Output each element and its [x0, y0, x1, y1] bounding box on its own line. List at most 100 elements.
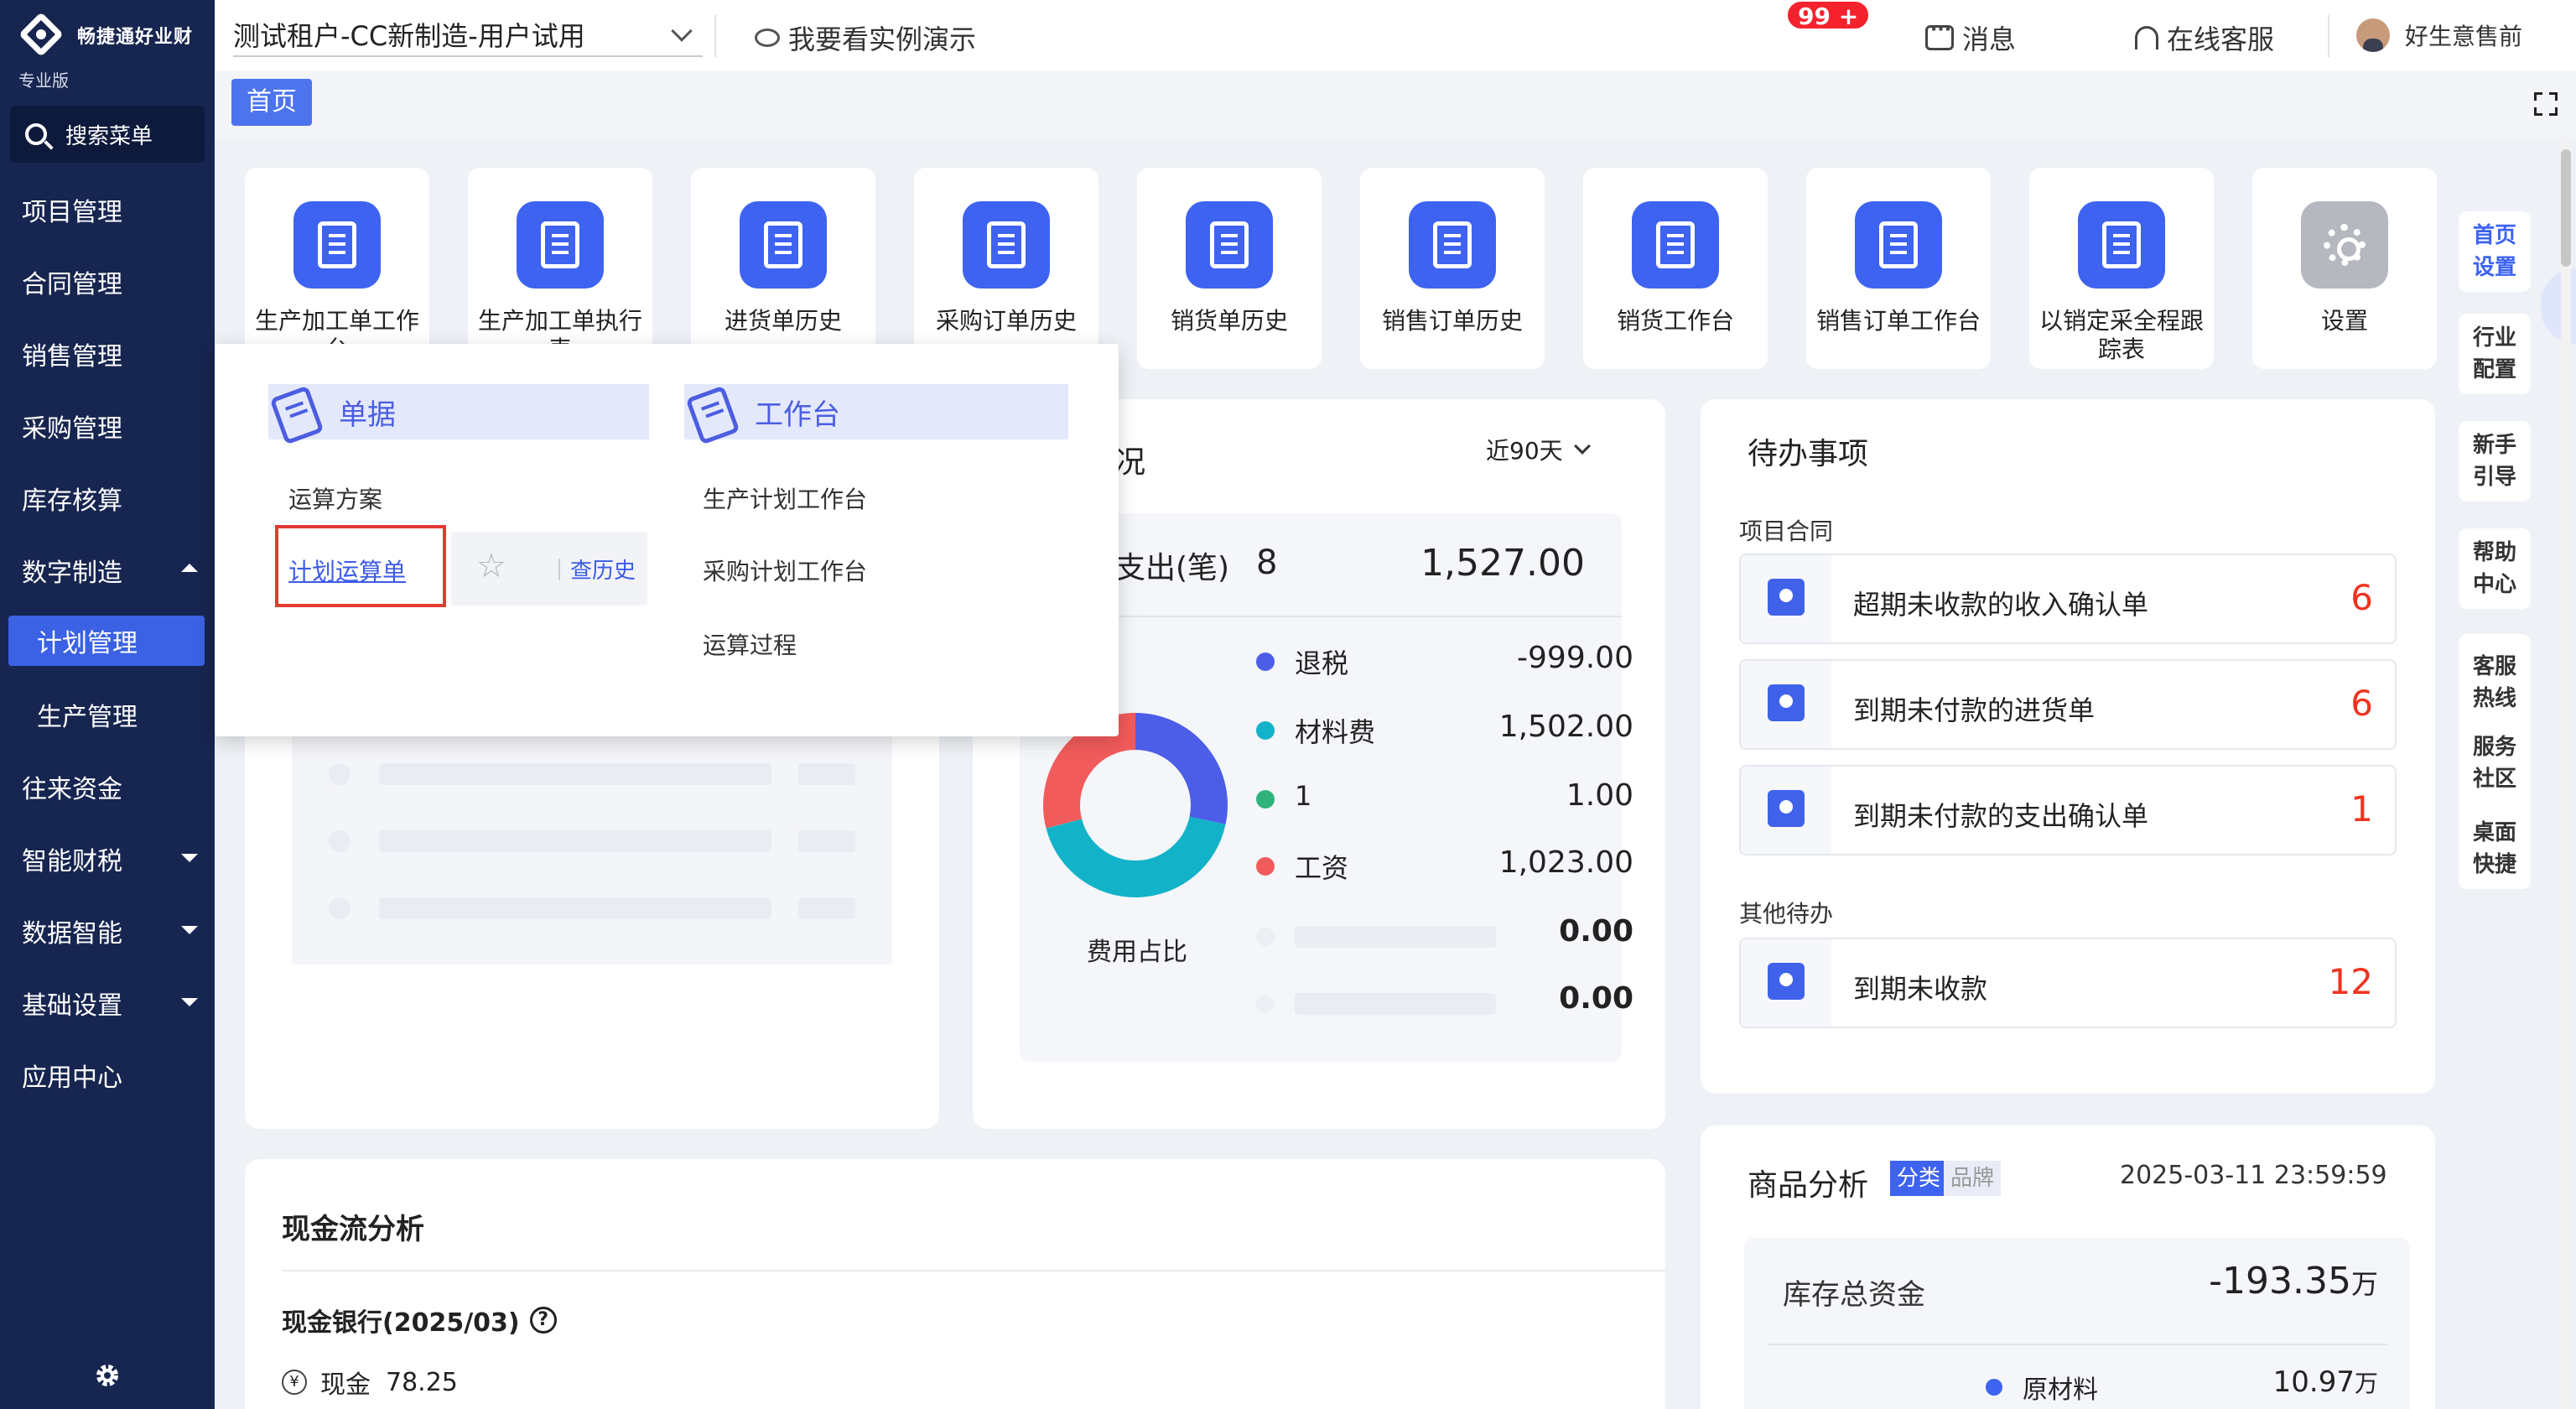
legend-dot	[1256, 928, 1275, 946]
skeleton-line	[798, 830, 855, 852]
nav-inventory[interactable]: 库存核算	[0, 473, 215, 523]
shortcut-purchase-order-history[interactable]: 采购订单历史	[914, 168, 1098, 369]
rail-desktop-shortcut[interactable]: 桌面快捷	[2459, 808, 2531, 889]
clipboard-icon	[268, 384, 319, 439]
shortcut-label: 销售订单工作台	[1815, 307, 1981, 335]
todo-label: 超期未收款的收入确认单	[1853, 589, 2149, 621]
logo: 畅捷通好业财	[18, 12, 193, 57]
shortcut-production-workbench[interactable]: 生产加工单工作台	[245, 168, 429, 369]
nav-app-center[interactable]: 应用中心	[0, 1050, 215, 1100]
document-clock-icon	[1409, 201, 1496, 289]
user-menu[interactable]: 好生意售前	[2356, 18, 2522, 52]
service-label: 在线客服	[2167, 23, 2275, 55]
rail-community[interactable]: 服务社区	[2471, 731, 2518, 795]
nav-label: 基础设置	[22, 991, 122, 1021]
document-clock-icon	[1855, 201, 1942, 289]
legend-value: 1,023.00	[1498, 845, 1633, 880]
todo-item[interactable]: 到期未收款 12	[1739, 938, 2397, 1028]
rail-home-settings[interactable]: 首页设置	[2459, 211, 2531, 292]
shortcut-purchase-receipt-history[interactable]: 进货单历史	[691, 168, 875, 369]
shortcut-sales-order-history[interactable]: 销售订单历史	[1360, 168, 1545, 369]
nav-basic-settings[interactable]: 基础设置	[0, 978, 215, 1028]
tab-bar: 首页	[215, 70, 2576, 138]
sidebar: 畅捷通好业财 专业版 搜索菜单 项目管理 合同管理 销售管理 采购管理 库存核算…	[0, 0, 215, 1409]
tab-category[interactable]: 分类	[1890, 1161, 1948, 1196]
skeleton-dot	[329, 830, 351, 852]
workbench-title: 工作台	[755, 398, 840, 432]
rail-label: 桌面快捷	[2472, 820, 2516, 877]
expense-donut-chart	[1043, 713, 1228, 897]
chevron-down-icon	[1573, 438, 1591, 455]
rail-help-center[interactable]: 帮助中心	[2459, 528, 2531, 609]
inventory-value-row: -193.35万	[2190, 1260, 2378, 1302]
rail-hotline[interactable]: 客服热线	[2471, 651, 2518, 715]
rail-newbie-guide[interactable]: 新手引导	[2459, 421, 2531, 502]
nav-label: 库存核算	[22, 486, 122, 516]
rail-label: 帮助中心	[2472, 540, 2516, 597]
online-service-button[interactable]: 在线客服	[2135, 18, 2274, 57]
raw-value-row: 10.97万	[2220, 1365, 2378, 1399]
todo-count: 1	[2350, 788, 2373, 829]
cashflow-subtitle-row: 现金银行(2025/03) ?	[282, 1302, 557, 1339]
nav-plan-management[interactable]: 计划管理	[8, 616, 205, 666]
shortcut-sales-delivery-history[interactable]: 销货单历史	[1137, 168, 1322, 369]
nav-purchase[interactable]: 采购管理	[0, 401, 215, 451]
shortcut-sales-workbench[interactable]: 销货工作台	[1583, 168, 1768, 369]
legend-dot	[1256, 857, 1275, 876]
headset-icon	[2135, 26, 2158, 49]
todo-label: 到期未付款的进货单	[1853, 694, 2096, 726]
nav-contract[interactable]: 合同管理	[0, 257, 215, 307]
shortcut-sales-to-purchase-tracking[interactable]: 以销定采全程跟踪表	[2029, 168, 2214, 369]
settings-gear-icon[interactable]	[94, 1362, 121, 1389]
nav-label: 数据智能	[22, 919, 122, 949]
nav-label: 智能财税	[22, 847, 122, 876]
menu-purchase-plan-workbench[interactable]: 采购计划工作台	[703, 554, 867, 587]
tab-brand[interactable]: 品牌	[1944, 1161, 2002, 1196]
workbench-header: 工作台	[684, 384, 1068, 439]
shortcut-production-execution[interactable]: 生产加工单执行表	[468, 168, 652, 369]
todo-item[interactable]: 超期未收款的收入确认单 6	[1739, 554, 2397, 644]
scrollbar-thumb[interactable]	[2561, 149, 2571, 267]
help-icon[interactable]: ?	[529, 1307, 557, 1334]
donut-label: 费用占比	[1087, 938, 1187, 967]
nav-production[interactable]: 生产管理	[0, 689, 215, 740]
edition-label: 专业版	[18, 70, 69, 91]
nav-project[interactable]: 项目管理	[0, 185, 215, 235]
nav-sales[interactable]: 销售管理	[0, 329, 215, 379]
document-track-icon	[2078, 201, 2165, 289]
shortcut-sales-order-workbench[interactable]: 销售订单工作台	[1806, 168, 1991, 369]
tab-home[interactable]: 首页	[231, 79, 312, 126]
nav-label: 计划管理	[37, 629, 138, 658]
messages-button[interactable]: 消息	[1925, 18, 2016, 57]
todo-item[interactable]: 到期未付款的支出确认单 1	[1739, 765, 2397, 855]
legend-name: 材料费	[1295, 716, 1376, 748]
scrollbar[interactable]	[2561, 139, 2571, 1409]
nav-data-intel[interactable]: 数据智能	[0, 906, 215, 956]
fullscreen-icon[interactable]	[2534, 92, 2558, 116]
rail-label: 行业配置	[2472, 325, 2516, 382]
menu-calc-process[interactable]: 运算过程	[703, 627, 797, 661]
rail-industry-config[interactable]: 行业配置	[2459, 314, 2531, 394]
menu-calc-scheme[interactable]: 运算方案	[288, 481, 382, 515]
clipboard-icon	[684, 384, 735, 439]
shortcut-settings[interactable]: 设置	[2252, 168, 2437, 369]
summary-count: 8	[1256, 543, 1278, 582]
donut-slice-1	[1135, 713, 1228, 824]
legend-dot	[1256, 721, 1275, 740]
product-title: 商品分析	[1748, 1168, 1869, 1203]
donut-slice-4	[1043, 713, 1136, 829]
nav-finance-tax[interactable]: 智能财税	[0, 834, 215, 884]
legend-value: 1,502.00	[1498, 710, 1633, 744]
nav-funds[interactable]: 往来资金	[0, 762, 215, 812]
nav-digital-manufacturing[interactable]: 数字制造	[0, 545, 215, 595]
star-icon[interactable]: ☆	[476, 547, 506, 585]
view-history-link[interactable]: 查历史	[570, 554, 636, 585]
skeleton-line	[379, 763, 771, 785]
range-select[interactable]: 近90天	[1486, 433, 1591, 466]
todo-item[interactable]: 到期未付款的进货单 6	[1739, 659, 2397, 750]
menu-production-plan-workbench[interactable]: 生产计划工作台	[703, 481, 867, 515]
tenant-select[interactable]: 测试租户-CC新制造-用户试用	[233, 15, 703, 57]
range-label: 近90天	[1486, 437, 1563, 465]
search-menu-button[interactable]: 搜索菜单	[10, 106, 205, 163]
demo-link[interactable]: 我要看实例演示	[755, 18, 976, 57]
